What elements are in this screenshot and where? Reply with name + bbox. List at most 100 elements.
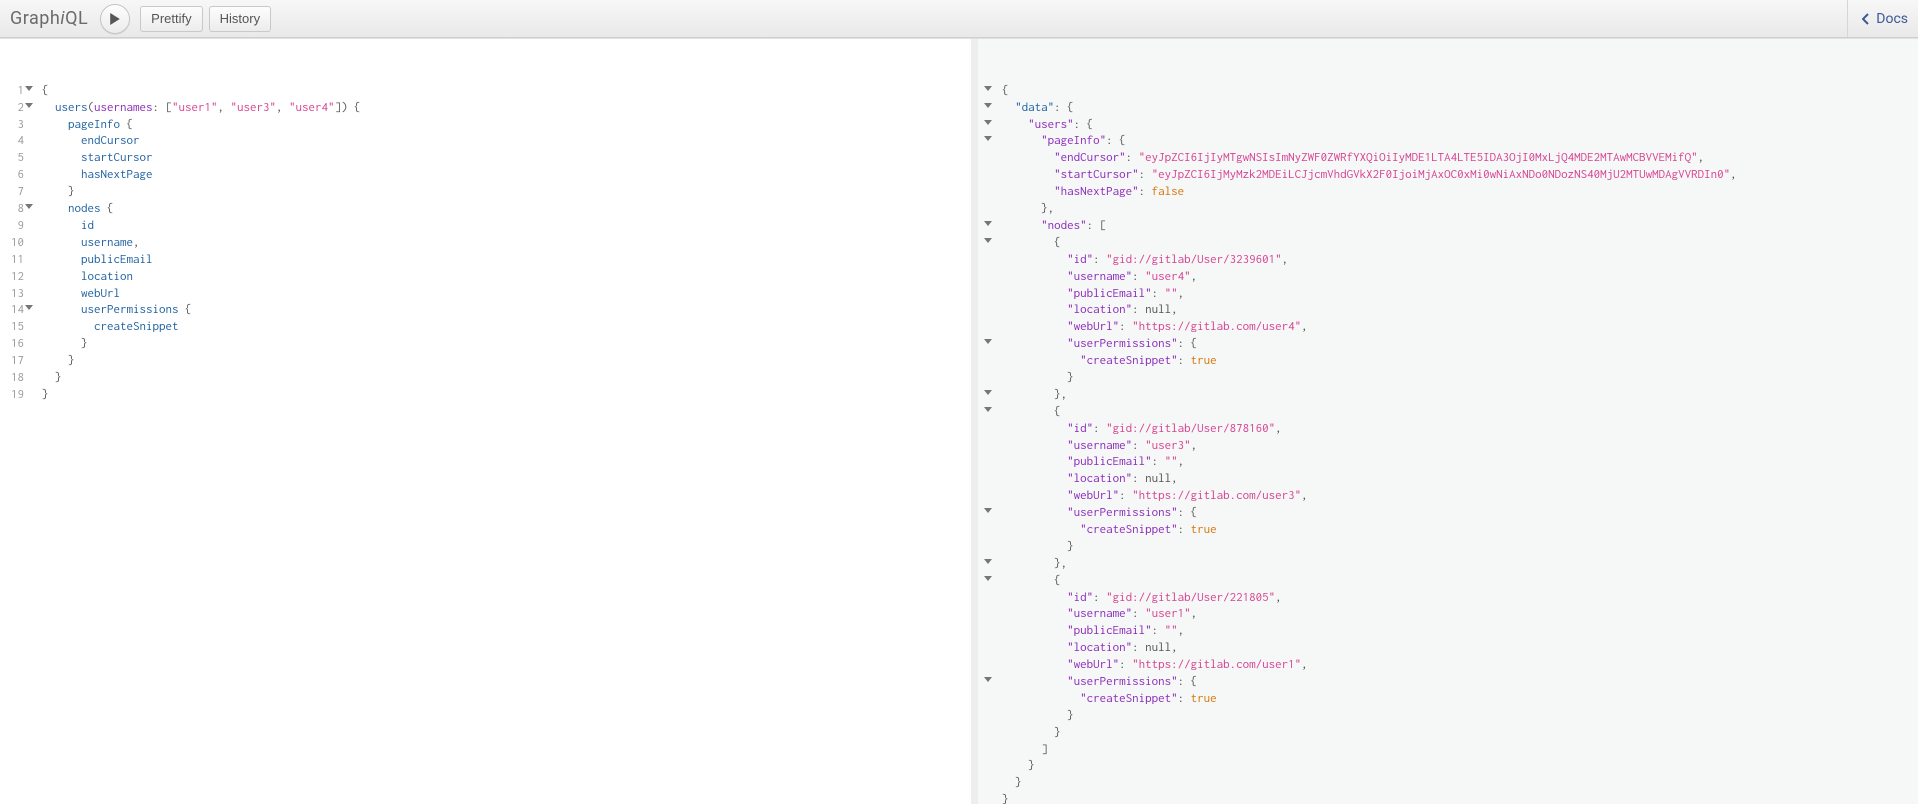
code-line: createSnippet: [42, 319, 361, 336]
line-number: [980, 691, 990, 708]
code-line: ]: [1002, 742, 1737, 759]
execute-button[interactable]: [100, 4, 130, 34]
line-number: [980, 201, 990, 218]
code-line: "createSnippet": true: [1002, 353, 1737, 370]
code-line: "userPermissions": {: [1002, 505, 1737, 522]
code-line: }: [1002, 539, 1737, 556]
line-number: 13: [0, 286, 24, 303]
line-number: 11: [0, 252, 24, 269]
code-line: }: [1002, 775, 1737, 792]
code-line: "publicEmail": "",: [1002, 454, 1737, 471]
fold-toggle-icon[interactable]: [984, 86, 992, 91]
fold-toggle-icon[interactable]: [984, 390, 992, 395]
fold-toggle-icon[interactable]: [984, 559, 992, 564]
code-line: publicEmail: [42, 252, 361, 269]
line-number: [980, 556, 990, 573]
line-number: 2: [0, 100, 24, 117]
line-number: [980, 725, 990, 742]
code-line: "users": {: [1002, 117, 1737, 134]
code-line: username,: [42, 235, 361, 252]
line-number: [980, 353, 990, 370]
code-line: "hasNextPage": false: [1002, 184, 1737, 201]
line-number: [980, 438, 990, 455]
query-code[interactable]: { users(usernames: ["user1", "user3", "u…: [30, 83, 381, 404]
code-line: {: [1002, 83, 1737, 100]
fold-toggle-icon[interactable]: [984, 120, 992, 125]
line-number: 5: [0, 150, 24, 167]
code-line: }: [42, 184, 361, 201]
code-line: "createSnippet": true: [1002, 691, 1737, 708]
line-number: [980, 573, 990, 590]
code-line: }: [1002, 792, 1737, 804]
code-line: "nodes": [: [1002, 218, 1737, 235]
line-number: 15: [0, 319, 24, 336]
line-number: [980, 792, 990, 804]
code-line: }: [1002, 758, 1737, 775]
line-number: 12: [0, 269, 24, 286]
line-number: [980, 488, 990, 505]
fold-toggle-icon[interactable]: [984, 103, 992, 108]
line-number: [980, 133, 990, 150]
fold-toggle-icon[interactable]: [984, 136, 992, 141]
docs-button[interactable]: Docs: [1847, 0, 1908, 37]
code-line: "userPermissions": {: [1002, 336, 1737, 353]
code-line: "id": "gid://gitlab/User/878160",: [1002, 421, 1737, 438]
code-line: pageInfo {: [42, 117, 361, 134]
fold-toggle-icon[interactable]: [984, 677, 992, 682]
line-number: [980, 606, 990, 623]
line-number: [980, 758, 990, 775]
fold-toggle-icon[interactable]: [984, 238, 992, 243]
code-line: endCursor: [42, 133, 361, 150]
code-line: "location": null,: [1002, 640, 1737, 657]
fold-toggle-icon[interactable]: [984, 508, 992, 513]
prettify-button[interactable]: Prettify: [140, 6, 202, 32]
line-number: [980, 286, 990, 303]
play-icon: [109, 13, 121, 25]
line-number: [980, 657, 990, 674]
code-line: }: [42, 353, 361, 370]
line-number: [980, 471, 990, 488]
history-button[interactable]: History: [209, 6, 271, 32]
app-title: GraphiQL: [10, 8, 88, 29]
code-line: userPermissions {: [42, 302, 361, 319]
code-line: hasNextPage: [42, 167, 361, 184]
line-number: [980, 775, 990, 792]
fold-toggle-icon[interactable]: [25, 86, 33, 91]
line-number: [980, 522, 990, 539]
line-number: [980, 167, 990, 184]
line-number: [980, 117, 990, 134]
line-number: 3: [0, 117, 24, 134]
code-line: "location": null,: [1002, 471, 1737, 488]
result-viewer[interactable]: { "data": { "users": { "pageInfo": { "en…: [978, 39, 1918, 804]
fold-toggle-icon[interactable]: [984, 339, 992, 344]
line-number: 14: [0, 302, 24, 319]
main: 12345678910111213141516171819 { users(us…: [0, 38, 1918, 804]
code-line: }: [1002, 725, 1737, 742]
code-line: "username": "user3",: [1002, 438, 1737, 455]
code-line: }: [1002, 370, 1737, 387]
chevron-left-icon: [1862, 13, 1870, 25]
line-number: [980, 150, 990, 167]
code-line: "data": {: [1002, 100, 1737, 117]
fold-toggle-icon[interactable]: [984, 576, 992, 581]
line-number: 4: [0, 133, 24, 150]
code-line: "webUrl": "https://gitlab.com/user3",: [1002, 488, 1737, 505]
line-number: 8: [0, 201, 24, 218]
line-number: 18: [0, 370, 24, 387]
code-line: {: [42, 83, 361, 100]
line-number: [980, 336, 990, 353]
line-number: [980, 454, 990, 471]
line-number: [980, 269, 990, 286]
line-number: 17: [0, 353, 24, 370]
fold-toggle-icon[interactable]: [984, 221, 992, 226]
code-line: startCursor: [42, 150, 361, 167]
fold-toggle-icon[interactable]: [25, 103, 33, 108]
fold-toggle-icon[interactable]: [984, 407, 992, 412]
fold-toggle-icon[interactable]: [25, 204, 33, 209]
query-editor[interactable]: 12345678910111213141516171819 { users(us…: [0, 39, 978, 804]
app-title-suffix: QL: [65, 8, 88, 29]
fold-toggle-icon[interactable]: [25, 305, 33, 310]
line-number: 1: [0, 83, 24, 100]
line-number: [980, 100, 990, 117]
code-line: },: [1002, 387, 1737, 404]
